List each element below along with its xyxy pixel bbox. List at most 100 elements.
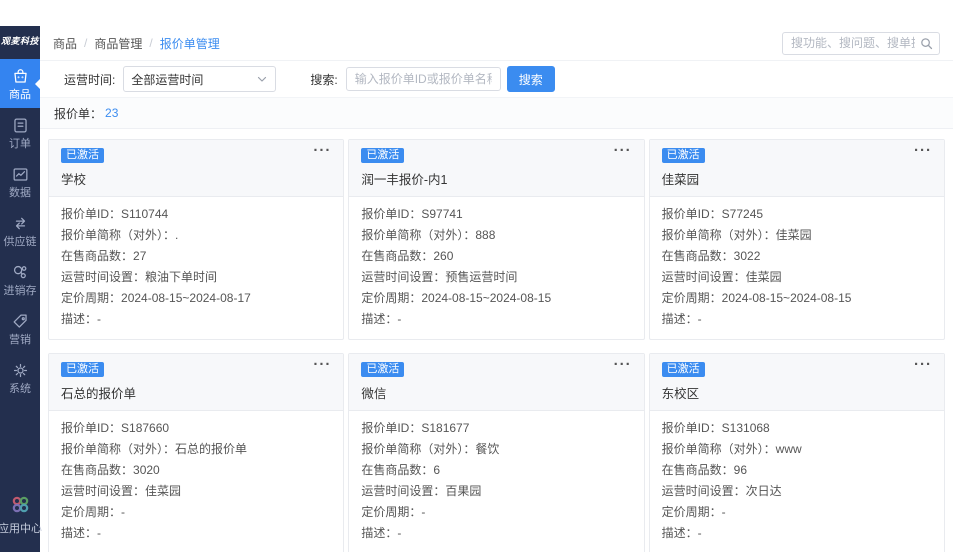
summary-label: 报价单： bbox=[54, 106, 103, 121]
global-search-input[interactable] bbox=[782, 31, 940, 55]
field-value: S187660 bbox=[121, 421, 170, 435]
quote-card-header: 已激活 ··· 润一丰报价-内1 bbox=[349, 140, 644, 197]
quote-field: 运营时间设置：次日达 bbox=[662, 481, 932, 502]
status-badge: 已激活 bbox=[361, 362, 405, 377]
more-actions-icon[interactable]: ··· bbox=[313, 356, 331, 373]
field-value: S181677 bbox=[421, 421, 470, 435]
sidebar-item-data[interactable]: 数据 bbox=[0, 157, 40, 206]
field-label: 定价周期： bbox=[361, 291, 422, 305]
field-value: S97741 bbox=[421, 207, 463, 221]
quote-field: 运营时间设置：预售运营时间 bbox=[361, 267, 631, 288]
quote-title: 微信 bbox=[361, 387, 387, 401]
quote-field: 描述：- bbox=[662, 309, 932, 330]
quote-count: 23 bbox=[105, 106, 119, 120]
chart-icon bbox=[11, 165, 30, 184]
quote-field: 报价单ID：S77245 bbox=[662, 204, 932, 225]
sidebar-item-label: 商品 bbox=[9, 89, 31, 101]
quote-field: 描述：- bbox=[61, 523, 331, 544]
field-label: 在售商品数： bbox=[661, 463, 734, 477]
sidebar-item-orders[interactable]: 订单 bbox=[0, 108, 40, 157]
quote-card: 已激活 ··· 学校 报价单ID：S110744 报价单简称（对外）：. 在售商品数：27… bbox=[48, 139, 345, 340]
search-button[interactable]: 搜索 bbox=[506, 66, 555, 92]
field-value: - bbox=[121, 505, 126, 519]
field-label: 运营时间设置： bbox=[361, 484, 446, 498]
breadcrumb-separator: / bbox=[149, 36, 153, 50]
quote-card: 已激活 ··· 微信 报价单ID：S181677 报价单简称（对外）：餐饮 在售商品数：6… bbox=[348, 353, 645, 552]
sidebar-item-label: 营销 bbox=[9, 334, 31, 346]
sidebar-item-inventory[interactable]: 进销存 bbox=[0, 255, 40, 304]
field-value: S131068 bbox=[721, 421, 770, 435]
sidebar-item-app-center[interactable]: 应用中心 bbox=[0, 494, 42, 536]
quote-title: 东校区 bbox=[661, 387, 700, 401]
quote-field: 定价周期：2024-08-15~2024-08-15 bbox=[361, 288, 631, 309]
supply-icon bbox=[11, 214, 30, 233]
quote-field: 在售商品数：96 bbox=[662, 460, 932, 481]
sidebar-item-marketing[interactable]: 营销 bbox=[0, 304, 40, 353]
sidebar-nav: 商品订单数据供应链 进销存营销系统 bbox=[0, 59, 40, 402]
more-actions-icon[interactable]: ··· bbox=[914, 356, 932, 373]
field-value: 百果园 bbox=[445, 484, 482, 498]
bag-icon bbox=[11, 67, 30, 86]
breadcrumb-item-goods[interactable]: 商品 bbox=[53, 35, 77, 52]
field-label: 报价单简称（对外）： bbox=[61, 228, 176, 242]
field-label: 在售商品数： bbox=[361, 463, 434, 477]
quote-field: 报价单简称（对外）：餐饮 bbox=[361, 439, 631, 460]
sidebar-item-label: 数据 bbox=[9, 187, 31, 199]
search-icon bbox=[919, 36, 934, 54]
field-label: 报价单简称（对外）： bbox=[361, 442, 476, 456]
field-label: 报价单ID： bbox=[661, 421, 722, 435]
field-label: 运营时间设置： bbox=[61, 270, 146, 284]
top-strip bbox=[0, 0, 953, 26]
breadcrumb-bar: 商品 / 商品管理 / 报价单管理 bbox=[40, 26, 953, 60]
breadcrumb-item-quote-manage: 报价单管理 bbox=[159, 36, 220, 51]
field-label: 描述： bbox=[661, 526, 698, 540]
breadcrumb-item-goods-manage[interactable]: 商品管理 bbox=[94, 35, 142, 52]
field-value: - bbox=[97, 526, 102, 540]
quote-card-body: 报价单ID：S77245 报价单简称（对外）：佳菜园 在售商品数：3022 运营时间设… bbox=[650, 197, 944, 339]
gear-icon bbox=[11, 361, 30, 380]
quote-field: 运营时间设置：佳菜园 bbox=[662, 267, 932, 288]
quote-field: 报价单简称（对外）：石总的报价单 bbox=[61, 439, 331, 460]
field-label: 描述： bbox=[61, 526, 98, 540]
field-value: www bbox=[775, 442, 802, 456]
field-value: - bbox=[97, 312, 102, 326]
field-label: 报价单ID： bbox=[61, 421, 122, 435]
quote-title: 润一丰报价-内1 bbox=[361, 173, 448, 187]
field-value: 260 bbox=[433, 249, 454, 263]
more-actions-icon[interactable]: ··· bbox=[914, 142, 932, 159]
quote-field: 报价单ID：S97741 bbox=[361, 204, 631, 225]
summary-bar: 报价单： 23 bbox=[40, 97, 953, 129]
field-value: 粮油下单时间 bbox=[145, 270, 218, 284]
more-actions-icon[interactable]: ··· bbox=[614, 356, 632, 373]
quote-field: 描述：- bbox=[361, 523, 631, 544]
quote-card: 已激活 ··· 润一丰报价-内1 报价单ID：S97741 报价单简称（对外）：888 在… bbox=[348, 139, 645, 340]
quote-card-header: 已激活 ··· 东校区 bbox=[649, 354, 944, 411]
sidebar-item-label: 系统 bbox=[9, 383, 31, 395]
field-value: S77245 bbox=[721, 207, 764, 221]
field-value: 3020 bbox=[133, 463, 160, 477]
field-value: 预售运营时间 bbox=[445, 270, 518, 284]
field-label: 在售商品数： bbox=[361, 249, 434, 263]
quote-field: 报价单简称（对外）：佳菜园 bbox=[662, 225, 932, 246]
quote-search-input[interactable] bbox=[345, 67, 501, 91]
quote-card-header: 已激活 ··· 微信 bbox=[349, 354, 644, 411]
sidebar-item-system[interactable]: 系统 bbox=[0, 353, 40, 402]
sidebar-item-supply-chain[interactable]: 供应链 bbox=[0, 206, 40, 255]
app-center-icon bbox=[10, 494, 31, 518]
field-value: 石总的报价单 bbox=[175, 442, 248, 456]
quote-field: 报价单ID：S131068 bbox=[662, 418, 932, 439]
field-label: 描述： bbox=[661, 312, 698, 326]
more-actions-icon[interactable]: ··· bbox=[614, 142, 632, 159]
field-value: 佳菜园 bbox=[775, 228, 812, 242]
more-actions-icon[interactable]: ··· bbox=[313, 142, 331, 159]
field-label: 报价单简称（对外）： bbox=[661, 442, 776, 456]
field-value: . bbox=[175, 228, 179, 242]
quote-card-body: 报价单ID：S97741 报价单简称（对外）：888 在售商品数：260 运营时间设置… bbox=[349, 197, 643, 339]
time-filter-select[interactable]: 全部运营时间 bbox=[123, 66, 277, 92]
field-value: - bbox=[397, 312, 402, 326]
quote-field: 运营时间设置：佳菜园 bbox=[61, 481, 331, 502]
field-label: 在售商品数： bbox=[661, 249, 734, 263]
sidebar-item-goods[interactable]: 商品 bbox=[0, 59, 40, 108]
field-label: 定价周期： bbox=[661, 291, 722, 305]
order-icon bbox=[11, 116, 30, 135]
